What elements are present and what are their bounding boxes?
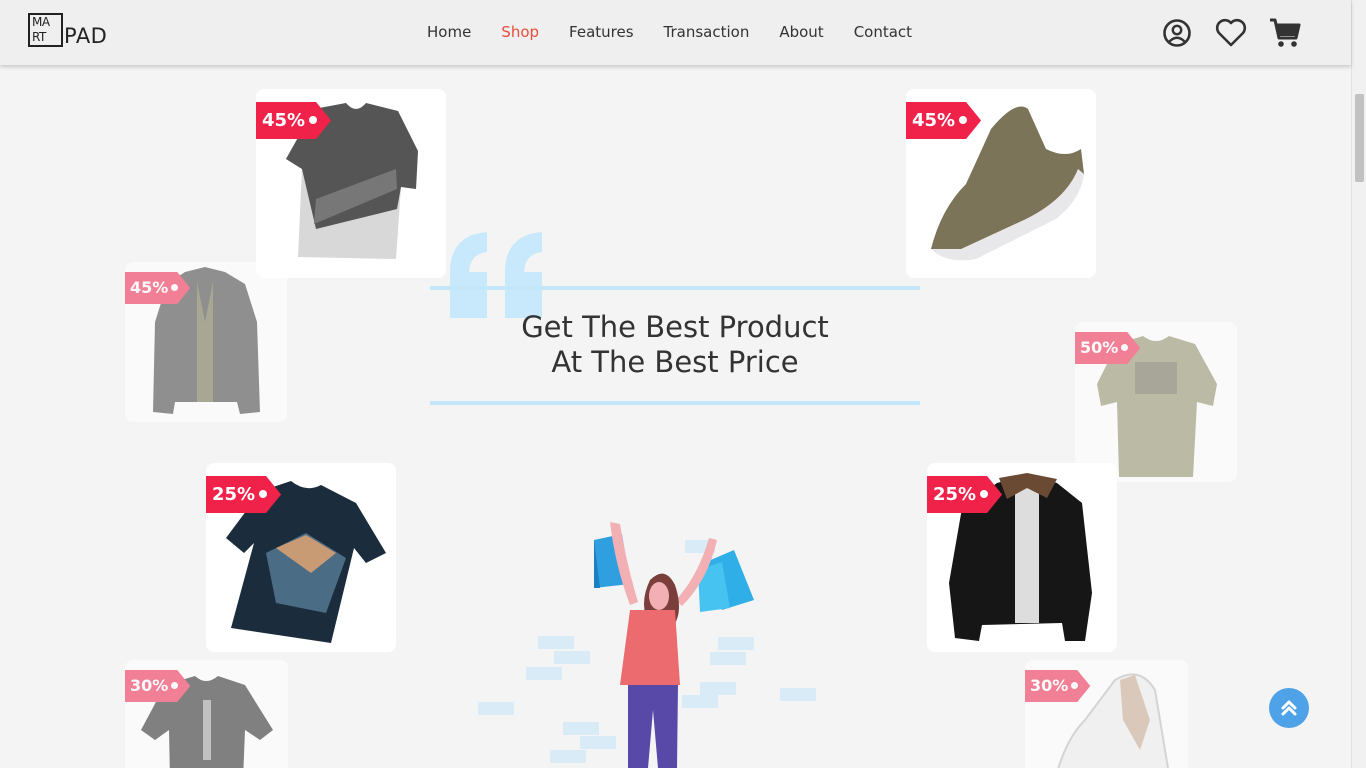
page-scrollbar[interactable] bbox=[1351, 0, 1366, 768]
hero-line-2: At The Best Price bbox=[551, 345, 799, 379]
logo-mark: MA RT bbox=[28, 13, 63, 47]
discount-tag: 50% bbox=[1075, 332, 1141, 364]
site-header: MA RT PAD Home Shop Features Transaction… bbox=[0, 0, 1351, 65]
logo[interactable]: MA RT PAD bbox=[28, 13, 107, 47]
discount-tag: 25% bbox=[927, 476, 1003, 513]
hero-line-1: Get The Best Product bbox=[521, 310, 829, 344]
user-circle-icon[interactable] bbox=[1160, 16, 1194, 50]
product-card[interactable]: 45% bbox=[125, 262, 287, 422]
product-card[interactable]: 45% bbox=[256, 89, 446, 278]
cart-icon[interactable] bbox=[1268, 16, 1302, 50]
nav-features[interactable]: Features bbox=[569, 22, 634, 42]
nav-contact[interactable]: Contact bbox=[854, 22, 912, 42]
product-card[interactable]: 25% bbox=[206, 463, 396, 652]
discount-tag: 30% bbox=[1025, 670, 1091, 702]
logo-text-bottom: RT bbox=[32, 30, 46, 44]
discount-tag: 45% bbox=[906, 102, 982, 139]
divider-top bbox=[430, 286, 920, 290]
header-icons bbox=[1160, 16, 1302, 50]
nav-shop[interactable]: Shop bbox=[501, 22, 539, 42]
divider-bottom bbox=[430, 401, 920, 405]
logo-text-pad: PAD bbox=[64, 24, 108, 48]
scroll-to-top-button[interactable] bbox=[1269, 688, 1309, 728]
heart-icon[interactable] bbox=[1214, 16, 1248, 50]
product-card[interactable]: 45% bbox=[906, 89, 1096, 278]
main-nav: Home Shop Features Transaction About Con… bbox=[427, 22, 942, 42]
hero-headline: Get The Best Product At The Best Price bbox=[430, 310, 920, 380]
product-card[interactable]: 50% bbox=[1075, 322, 1237, 482]
double-chevron-up-icon bbox=[1281, 700, 1297, 716]
product-card[interactable]: 30% bbox=[1025, 660, 1188, 768]
product-card[interactable]: 30% bbox=[125, 660, 288, 768]
discount-tag: 45% bbox=[256, 102, 332, 139]
nav-transaction[interactable]: Transaction bbox=[664, 22, 750, 42]
shopping-woman-illustration bbox=[470, 510, 877, 768]
discount-tag: 25% bbox=[206, 476, 282, 513]
nav-about[interactable]: About bbox=[779, 22, 823, 42]
nav-home[interactable]: Home bbox=[427, 22, 471, 42]
logo-text-top: MA bbox=[32, 15, 50, 29]
discount-tag: 30% bbox=[125, 670, 191, 702]
discount-tag: 45% bbox=[125, 272, 191, 304]
scrollbar-thumb[interactable] bbox=[1355, 94, 1364, 182]
product-card[interactable]: 25% bbox=[927, 463, 1117, 652]
